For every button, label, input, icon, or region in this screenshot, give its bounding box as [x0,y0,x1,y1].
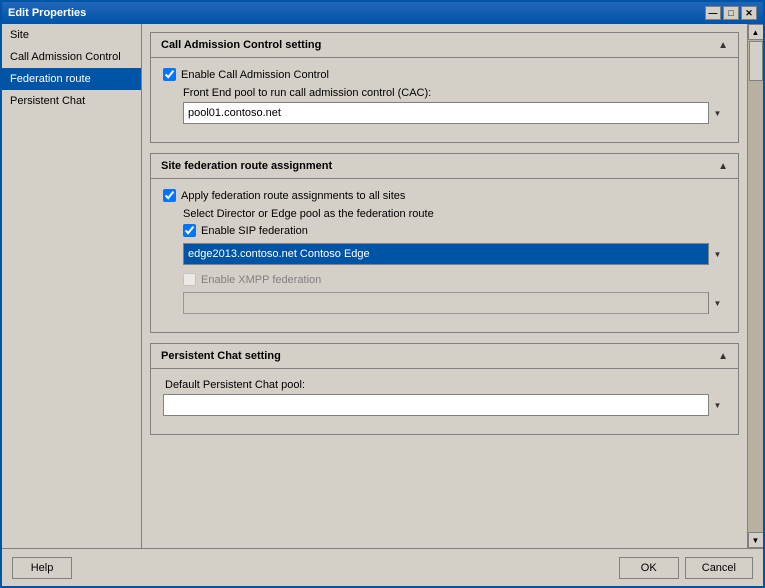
persistent-chat-pool-row: ▼ [163,394,726,416]
title-bar-controls: — □ ✕ [705,6,757,20]
federation-section-header: Site federation route assignment ▲ [151,154,738,179]
enable-cac-row: Enable Call Admission Control [163,68,726,81]
sidebar-item-federation-route[interactable]: Federation route [2,68,141,90]
federation-collapse-arrow[interactable]: ▲ [718,161,728,172]
xmpp-pool-dropdown-row: ▼ [183,292,726,314]
sip-pool-dropdown-container: edge2013.contoso.net Contoso Edge ▼ [183,243,726,265]
cancel-button[interactable]: Cancel [685,557,753,579]
title-bar: Edit Properties — □ ✕ [2,2,763,24]
sidebar-item-persistent-chat[interactable]: Persistent Chat [2,90,141,112]
persistent-chat-collapse-arrow[interactable]: ▲ [718,351,728,362]
persistent-chat-title: Persistent Chat setting [161,350,281,362]
cac-collapse-arrow[interactable]: ▲ [718,40,728,51]
persistent-chat-pool-select[interactable] [163,394,726,416]
footer-right-buttons: OK Cancel [619,557,753,579]
call-admission-control-section: Call Admission Control setting ▲ Enable … [150,32,739,143]
frontend-pool-dropdown-row: pool01.contoso.net ▼ [183,102,726,124]
default-pool-label: Default Persistent Chat pool: [165,379,726,391]
content-wrapper: Call Admission Control setting ▲ Enable … [142,24,747,453]
persistent-chat-body: Default Persistent Chat pool: ▼ [151,369,738,434]
cac-section-title: Call Admission Control setting [161,39,321,51]
frontend-pool-label: Front End pool to run call admission con… [183,87,726,99]
ok-button[interactable]: OK [619,557,679,579]
scroll-up-button[interactable]: ▲ [748,24,764,40]
sidebar: Site Call Admission Control Federation r… [2,24,142,548]
xmpp-pool-dropdown-container: ▼ [183,292,726,314]
maximize-button[interactable]: □ [723,6,739,20]
enable-xmpp-checkbox[interactable] [183,273,196,286]
persistent-chat-section: Persistent Chat setting ▲ Default Persis… [150,343,739,435]
apply-federation-row: Apply federation route assignments to al… [163,189,726,202]
footer: Help OK Cancel [2,548,763,586]
vertical-scrollbar: ▲ ▼ [747,24,763,548]
sip-pool-dropdown-row: edge2013.contoso.net Contoso Edge ▼ [183,243,726,265]
federation-section-title: Site federation route assignment [161,160,332,172]
enable-sip-checkbox[interactable] [183,224,196,237]
persistent-chat-pool-container: ▼ [163,394,726,416]
scroll-thumb[interactable] [749,41,763,81]
cac-section-header: Call Admission Control setting ▲ [151,33,738,58]
sidebar-item-call-admission-control[interactable]: Call Admission Control [2,46,141,68]
apply-federation-checkbox[interactable] [163,189,176,202]
window-body: Site Call Admission Control Federation r… [2,24,763,586]
enable-xmpp-label: Enable XMPP federation [201,274,321,286]
frontend-pool-dropdown-container: pool01.contoso.net ▼ [183,102,726,124]
help-button[interactable]: Help [12,557,72,579]
content-area: Call Admission Control setting ▲ Enable … [142,24,747,548]
content-and-scroll: Call Admission Control setting ▲ Enable … [142,24,763,548]
enable-xmpp-row: Enable XMPP federation [183,273,726,286]
close-button[interactable]: ✕ [741,6,757,20]
persistent-chat-header: Persistent Chat setting ▲ [151,344,738,369]
frontend-pool-select[interactable]: pool01.contoso.net [183,102,726,124]
enable-cac-label: Enable Call Admission Control [181,69,329,81]
edit-properties-window: Edit Properties — □ ✕ Site Call Admissio… [0,0,765,588]
enable-cac-checkbox[interactable] [163,68,176,81]
apply-federation-label: Apply federation route assignments to al… [181,190,405,202]
enable-sip-label: Enable SIP federation [201,225,308,237]
scroll-down-button[interactable]: ▼ [748,532,764,548]
sip-pool-select[interactable]: edge2013.contoso.net Contoso Edge [183,243,726,265]
select-director-label: Select Director or Edge pool as the fede… [183,208,726,220]
main-content: Site Call Admission Control Federation r… [2,24,763,548]
enable-sip-row: Enable SIP federation [183,224,726,237]
minimize-button[interactable]: — [705,6,721,20]
scroll-track [748,40,764,532]
sidebar-item-site[interactable]: Site [2,24,141,46]
xmpp-pool-select[interactable] [183,292,726,314]
site-federation-section: Site federation route assignment ▲ Apply… [150,153,739,333]
window-title: Edit Properties [8,7,86,19]
cac-section-body: Enable Call Admission Control Front End … [151,58,738,142]
federation-section-body: Apply federation route assignments to al… [151,179,738,332]
